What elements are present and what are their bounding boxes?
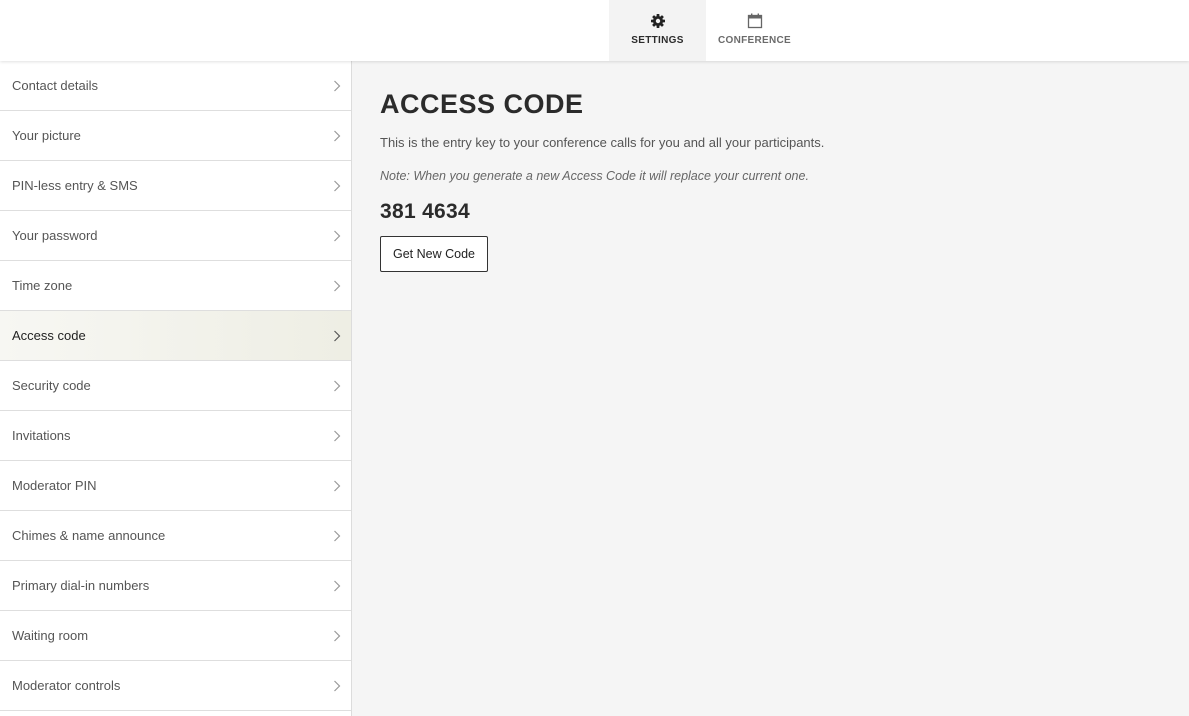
sidebar-item-moderator-pin[interactable]: Moderator PIN	[0, 461, 351, 511]
sidebar-item-moderator-controls[interactable]: Moderator controls	[0, 661, 351, 711]
top-nav-bar: SETTINGS CONFERENCE	[0, 0, 1189, 61]
chevron-right-icon	[334, 80, 341, 91]
sidebar-item-waiting-room[interactable]: Waiting room	[0, 611, 351, 661]
sidebar-item-label: Moderator controls	[12, 678, 121, 693]
tab-settings-label: SETTINGS	[631, 35, 684, 46]
tab-settings[interactable]: SETTINGS	[609, 0, 706, 61]
sidebar-item-your-password[interactable]: Your password	[0, 211, 351, 261]
sidebar-item-label: Your password	[12, 228, 98, 243]
sidebar-item-label: Primary dial-in numbers	[12, 578, 150, 593]
sidebar-item-label: Security code	[12, 378, 91, 393]
chevron-right-icon	[334, 280, 341, 291]
sidebar-item-label: Contact details	[12, 78, 98, 93]
sidebar-item-label: PIN-less entry & SMS	[12, 178, 138, 193]
chevron-right-icon	[334, 230, 341, 241]
chevron-right-icon	[334, 430, 341, 441]
sidebar-item-label: Moderator PIN	[12, 478, 97, 493]
access-code-description: This is the entry key to your conference…	[380, 135, 825, 150]
chevron-right-icon	[334, 130, 341, 141]
chevron-right-icon	[334, 580, 341, 591]
chevron-right-icon	[334, 180, 341, 191]
access-code-note: Note: When you generate a new Access Cod…	[380, 169, 809, 183]
sidebar-item-label: Chimes & name announce	[12, 528, 166, 543]
chevron-right-icon	[334, 480, 341, 491]
sidebar-item-label: Your picture	[12, 128, 81, 143]
chevron-right-icon	[334, 680, 341, 691]
sidebar-item-label: Invitations	[12, 428, 71, 443]
main-content: ACCESS CODE This is the entry key to you…	[352, 61, 1189, 716]
gear-icon	[650, 14, 665, 28]
tab-conference-label: CONFERENCE	[717, 35, 791, 46]
sidebar-item-your-picture[interactable]: Your picture	[0, 111, 351, 161]
tab-conference[interactable]: CONFERENCE	[706, 0, 803, 61]
sidebar-item-security-code[interactable]: Security code	[0, 361, 351, 411]
chevron-right-icon	[334, 630, 341, 641]
chevron-right-icon	[334, 330, 341, 341]
page-title: ACCESS CODE	[380, 89, 584, 119]
chevron-right-icon	[334, 380, 341, 391]
sidebar-item-contact-details[interactable]: Contact details	[0, 61, 351, 111]
calendar-icon	[747, 13, 762, 29]
sidebar-item-access-code[interactable]: Access code	[0, 311, 351, 361]
sidebar-item-invitations[interactable]: Invitations	[0, 411, 351, 461]
settings-sidebar: Contact details Your picture PIN-less en…	[0, 61, 352, 716]
sidebar-item-label: Time zone	[12, 278, 73, 293]
sidebar-item-primary-dial-in-numbers[interactable]: Primary dial-in numbers	[0, 561, 351, 611]
sidebar-item-time-zone[interactable]: Time zone	[0, 261, 351, 311]
access-code-value: 381 4634	[380, 200, 470, 223]
get-new-code-button[interactable]: Get New Code	[380, 236, 488, 272]
sidebar-item-label: Access code	[12, 328, 86, 343]
chevron-right-icon	[334, 530, 341, 541]
sidebar-item-label: Waiting room	[12, 628, 89, 643]
sidebar-item-pin-less-entry[interactable]: PIN-less entry & SMS	[0, 161, 351, 211]
sidebar-item-chimes-name-announce[interactable]: Chimes & name announce	[0, 511, 351, 561]
